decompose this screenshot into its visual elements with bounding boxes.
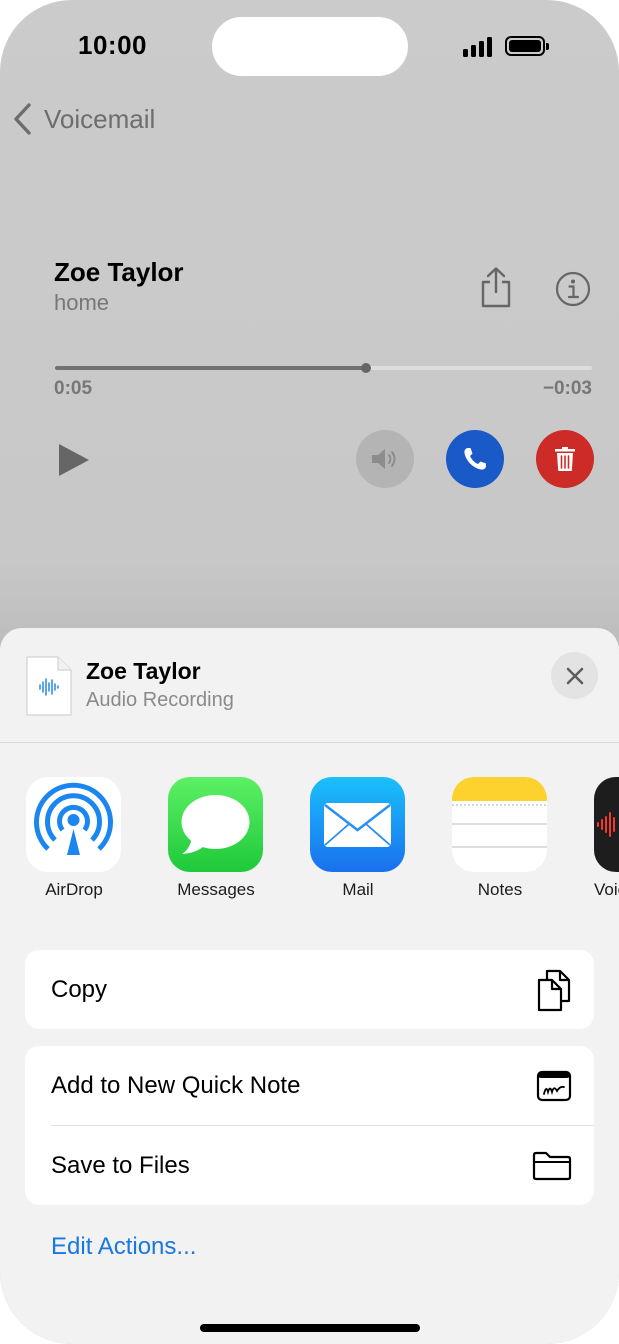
quick-note-label: Add to New Quick Note <box>51 1071 301 1099</box>
phone-icon <box>464 448 486 470</box>
app-messages[interactable]: Messages <box>168 777 264 900</box>
back-button[interactable]: Voicemail <box>12 102 155 136</box>
caller-label: home <box>54 290 110 315</box>
messages-icon <box>168 777 263 872</box>
share-item-title: Zoe Taylor <box>86 658 201 684</box>
playback-scrubber[interactable] <box>55 363 592 373</box>
caller-name: Zoe Taylor <box>54 257 184 287</box>
phone-screen: 10:00 Voicemail Zoe Taylor home 0:05 −0:… <box>0 0 619 1344</box>
remaining-time: −0:03 <box>542 378 592 399</box>
speaker-button[interactable] <box>356 430 414 488</box>
edit-actions-link[interactable]: Edit Actions... <box>51 1233 196 1261</box>
airdrop-icon <box>26 777 121 872</box>
elapsed-time: 0:05 <box>54 378 93 399</box>
mail-icon <box>310 777 405 872</box>
save-to-files-action[interactable]: Save to Files <box>25 1126 594 1205</box>
signal-icon <box>463 35 495 57</box>
playback-progress <box>55 366 367 370</box>
actions-group: Add to New Quick Note Save to Files <box>25 1046 594 1205</box>
close-button[interactable] <box>551 652 598 699</box>
home-indicator[interactable] <box>200 1324 420 1332</box>
delete-button[interactable] <box>536 430 594 488</box>
voice-memos-icon <box>594 777 619 872</box>
app-airdrop[interactable]: AirDrop <box>26 777 122 900</box>
app-label: Notes <box>477 880 523 899</box>
app-label: Messages <box>177 880 255 899</box>
playback-knob[interactable] <box>361 363 372 373</box>
copy-action[interactable]: Copy <box>25 950 594 1029</box>
notes-icon <box>452 777 547 872</box>
back-label: Voicemail <box>44 103 156 134</box>
close-icon <box>566 667 583 684</box>
save-to-files-label: Save to Files <box>51 1151 190 1179</box>
call-back-button[interactable] <box>446 430 504 488</box>
app-voice-memos[interactable]: Voic <box>594 777 619 900</box>
app-label: Mail <box>342 880 374 899</box>
speaker-icon <box>372 449 396 469</box>
app-mail[interactable]: Mail <box>310 777 406 900</box>
copy-label: Copy <box>51 975 108 1003</box>
app-label: AirDrop <box>45 880 103 899</box>
app-label: Voic <box>594 880 619 899</box>
share-item-subtitle: Audio Recording <box>86 689 234 711</box>
folder-icon <box>532 1151 572 1180</box>
quick-note-icon <box>536 1070 572 1101</box>
chevron-left-icon <box>14 103 31 135</box>
status-time: 10:00 <box>78 30 147 60</box>
app-notes[interactable]: Notes <box>452 777 548 900</box>
share-sheet: Zoe Taylor Audio Recording AirDrop Messa… <box>0 628 619 1344</box>
trash-icon <box>555 447 575 471</box>
divider <box>0 742 619 743</box>
audio-file-icon <box>26 656 72 716</box>
quick-note-action[interactable]: Add to New Quick Note <box>25 1046 594 1125</box>
share-icon[interactable] <box>478 266 514 308</box>
battery-icon <box>505 36 549 56</box>
dynamic-island <box>212 17 408 76</box>
play-icon[interactable] <box>57 442 91 478</box>
copy-icon <box>537 969 571 1011</box>
info-icon[interactable] <box>555 271 591 307</box>
copy-group: Copy <box>25 950 594 1029</box>
